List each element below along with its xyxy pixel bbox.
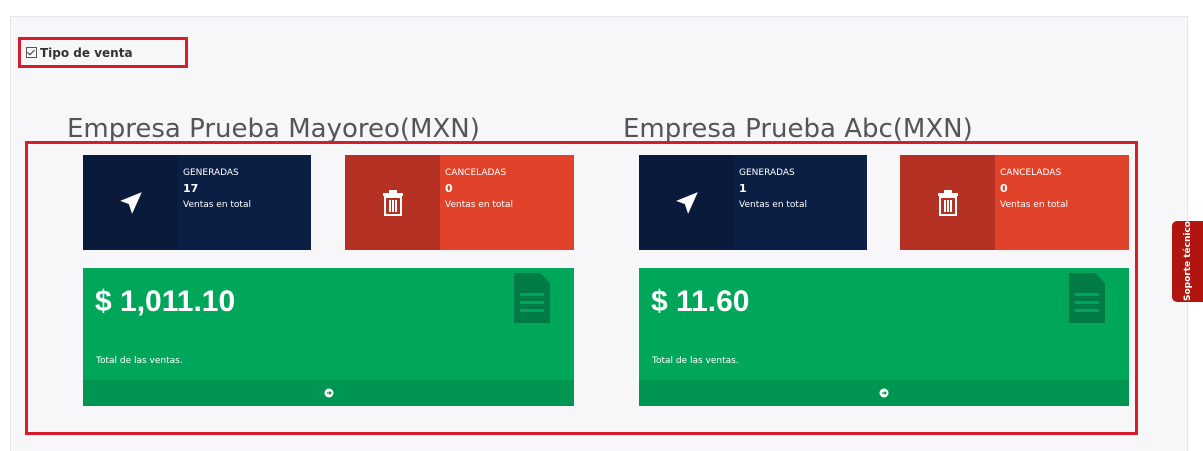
generated-count: 17 [183,182,199,195]
file-text-icon [1069,273,1105,327]
paper-plane-icon [83,155,178,250]
total-caption: Total de las ventas. [96,356,183,366]
cancelled-sales-tile[interactable]: CANCELADAS 0 Ventas en total [900,155,1129,250]
card-footer-link[interactable] [639,380,1129,406]
cancelled-sales-tile[interactable]: CANCELADAS 0 Ventas en total [345,155,574,250]
support-tab-label: Soporte técnico [1182,221,1193,302]
generated-sales-tile[interactable]: GENERADAS 1 Ventas en total [639,155,867,250]
generated-label: GENERADAS [183,168,239,178]
company-title-abc: Empresa Prueba Abc(MXN) [623,114,973,144]
support-tab[interactable]: Soporte técnico [1172,221,1203,302]
total-sales-card: $ 1,011.10 Total de las ventas. [83,268,574,406]
total-amount: $ 1,011.10 [95,285,236,318]
paper-plane-icon [639,155,734,250]
total-sales-card: $ 11.60 Total de las ventas. [639,268,1129,406]
trash-icon [900,155,995,250]
file-text-icon [514,273,550,327]
sale-type-label[interactable]: Tipo de venta [18,37,188,68]
cancelled-count: 0 [1000,182,1008,195]
cancelled-label: CANCELADAS [1000,168,1062,178]
checkbox-icon[interactable] [26,47,37,58]
generated-sub: Ventas en total [739,200,807,210]
generated-label: GENERADAS [739,168,795,178]
trash-icon [345,155,440,250]
cancelled-sub: Ventas en total [445,200,513,210]
generated-sales-tile[interactable]: GENERADAS 17 Ventas en total [83,155,311,250]
sale-type-text: Tipo de venta [40,45,133,60]
company-title-mayoreo: Empresa Prueba Mayoreo(MXN) [67,114,480,144]
generated-sub: Ventas en total [183,200,251,210]
cancelled-sub: Ventas en total [1000,200,1068,210]
arrow-circle-right-icon[interactable] [879,388,889,398]
cancelled-label: CANCELADAS [445,168,507,178]
card-footer-link[interactable] [83,380,574,406]
cancelled-count: 0 [445,182,453,195]
arrow-circle-right-icon[interactable] [324,388,334,398]
total-amount: $ 11.60 [651,285,750,318]
total-caption: Total de las ventas. [652,356,739,366]
generated-count: 1 [739,182,747,195]
